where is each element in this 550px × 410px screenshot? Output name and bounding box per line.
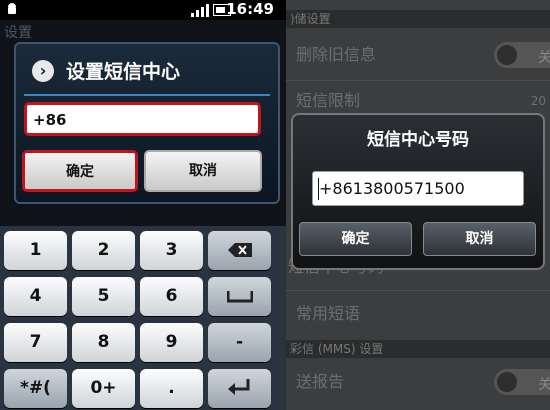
dot-key[interactable]: .: [140, 369, 203, 408]
key-6[interactable]: 6: [140, 277, 203, 316]
row-label: 送报告: [296, 372, 345, 391]
key-9[interactable]: 9: [140, 323, 203, 362]
divider: [286, 80, 550, 81]
sms-center-number-input[interactable]: +8613800571500: [312, 171, 524, 206]
dialog-title: 设置短信中心: [66, 61, 181, 83]
row-label: 删除旧信息: [296, 45, 377, 64]
sms-center-number-dialog: 短信中心号码 +8613800571500 确定 取消: [291, 113, 545, 270]
space-icon: [226, 291, 253, 303]
delete-old-toggle[interactable]: 关: [494, 42, 550, 68]
delivery-report-toggle[interactable]: 关: [494, 369, 550, 395]
dialog-header: › 设置短信中心: [16, 50, 278, 90]
row-label: 短信限制: [296, 91, 361, 110]
divider: [286, 290, 550, 291]
key-8[interactable]: 8: [72, 323, 135, 362]
cancel-button[interactable]: 取消: [144, 150, 262, 192]
toggle-label: 关: [538, 50, 550, 66]
key-0-plus[interactable]: 0+: [72, 369, 135, 408]
right-phone-screen: )储设置 删除旧信息 关 短信限制 20 短信中心号码 常用短语 彩信 (MMS…: [286, 0, 550, 410]
input-value: +8613800571500: [319, 179, 465, 198]
left-phone-screen: 16:49 设置 › 设置短信中心 +86 确定 取消 1 2 3 4 5 6: [0, 0, 286, 410]
mms-settings-header: 彩信 (MMS) 设置: [286, 340, 550, 358]
backspace-key[interactable]: [208, 231, 271, 270]
space-key[interactable]: [208, 277, 271, 316]
sms-center-dialog: › 设置短信中心 +86 确定 取消: [14, 42, 280, 204]
minus-key[interactable]: -: [208, 323, 271, 362]
ok-button[interactable]: 确定: [22, 150, 138, 192]
sms-limit-row[interactable]: 短信限制 20: [286, 90, 550, 112]
dialog-title: 短信中心号码: [367, 130, 469, 150]
sms-center-input[interactable]: +86: [24, 102, 261, 136]
divider: [24, 94, 270, 96]
symbols-key[interactable]: *#(: [4, 369, 67, 408]
clock: 16:49: [226, 0, 274, 18]
key-7[interactable]: 7: [4, 323, 67, 362]
key-4[interactable]: 4: [4, 277, 67, 316]
limit-value: 20: [530, 94, 546, 108]
signal-icon: [191, 3, 211, 17]
background-settings-title: 设置: [4, 25, 32, 41]
cancel-button[interactable]: 取消: [423, 222, 536, 256]
delete-old-messages-row[interactable]: 删除旧信息 关: [286, 42, 550, 68]
key-1[interactable]: 1: [4, 231, 67, 270]
key-2[interactable]: 2: [72, 231, 135, 270]
enter-icon: [227, 379, 249, 395]
delivery-report-row[interactable]: 送报告 关: [286, 369, 550, 395]
row-label: 常用短语: [296, 304, 361, 323]
input-value: +86: [33, 111, 67, 129]
android-icon: [8, 3, 16, 14]
numeric-keypad: 1 2 3 4 5 6 7 8 9 - *#( 0+ .: [0, 226, 286, 410]
ok-button[interactable]: 确定: [299, 222, 412, 256]
storage-settings-header: )储设置: [286, 10, 550, 28]
key-5[interactable]: 5: [72, 277, 135, 316]
backspace-icon: [227, 243, 252, 257]
enter-key[interactable]: [208, 369, 271, 408]
common-phrases-row[interactable]: 常用短语: [286, 303, 550, 325]
key-3[interactable]: 3: [140, 231, 203, 270]
toggle-label: 关: [538, 377, 550, 393]
arrow-right-icon: ›: [32, 60, 54, 82]
status-bar: 16:49: [0, 0, 286, 20]
